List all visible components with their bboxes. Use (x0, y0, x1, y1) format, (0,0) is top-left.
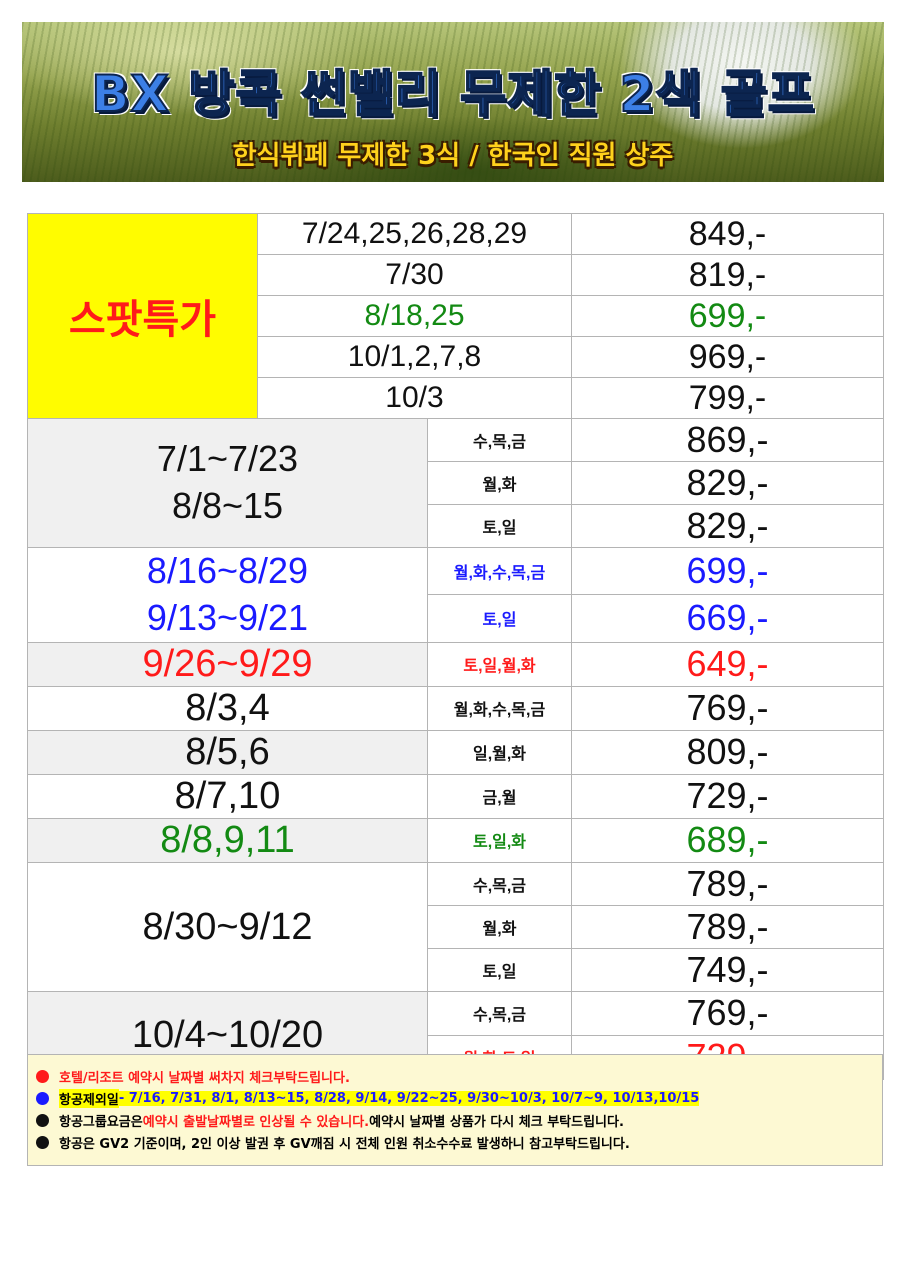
note-gv2: 항공은 GV2 기준이며, 2인 이상 발권 후 GV깨짐 시 전체 인원 취소… (36, 1131, 882, 1153)
period-date: 7/1~7/23 (156, 438, 299, 480)
period-date: 8/7,10 (174, 775, 281, 818)
period-dates-cell: 7/1~7/23 8/8~15 (27, 418, 428, 548)
price-cell: 649,- (571, 641, 884, 687)
weekday-cell: 수,목,금 (427, 861, 572, 906)
weekday-cell: 토,일 (427, 594, 572, 643)
period-date: 8/5,6 (185, 731, 270, 774)
price-cell: 749,- (571, 947, 884, 992)
note-dates: - 7/16, 7/31, 8/1, 8/13~15, 8/28, 9/14, … (118, 1090, 700, 1106)
table-row: 8/7,10 금,월 729,- (27, 773, 884, 819)
price-cell: 689,- (571, 817, 884, 863)
weekday-cell: 월,화,수,목,금 (427, 685, 572, 731)
weekday-cell: 월,화 (427, 904, 572, 949)
period-dates-cell: 8/3,4 (27, 685, 428, 731)
table-row: 스팟특가 7/24,25,26,28,29 849,- (27, 213, 884, 419)
period-date: 8/8~15 (171, 485, 284, 526)
spot-price: 699,- (571, 295, 884, 337)
note-text: 항공그룹요금은 (59, 1114, 143, 1130)
weekday-cell: 금,월 (427, 773, 572, 819)
period-dates-cell: 9/26~9/29 (27, 641, 428, 687)
note-text: 예약시 날짜별 상품가 다시 체크 부탁드립니다. (369, 1114, 624, 1130)
table-row: 8/5,6 일,월,화 809,- (27, 729, 884, 775)
bullet-dot-icon (36, 1135, 49, 1149)
table-row: 9/26~9/29 토,일,월,화 649,- (27, 641, 884, 687)
spot-date: 7/24,25,26,28,29 (257, 213, 572, 255)
spot-date: 10/1,2,7,8 (257, 336, 572, 378)
table-row: 8/30~9/12 수,목,금 789,- (27, 861, 884, 992)
price-cell: 769,- (571, 990, 884, 1036)
spot-special-cell: 스팟특가 (27, 213, 258, 419)
note-text: 호텔/리조트 예약시 날짜별 써차지 체크부탁드립니다. (59, 1070, 350, 1086)
spot-price: 969,- (571, 336, 884, 378)
weekday-cell: 토,일 (427, 947, 572, 992)
price-cell: 789,- (571, 904, 884, 949)
table-row: 8/8,9,11 토,일,화 689,- (27, 817, 884, 863)
bullet-dot-icon (36, 1069, 49, 1083)
note-warning: 예약시 출발날짜별로 인상될 수 있습니다. (142, 1114, 370, 1130)
period-date: 10/4~10/20 (131, 1014, 324, 1057)
spot-price: 849,- (571, 213, 884, 255)
note-group-fare: 항공그룹요금은 예약시 출발날짜별로 인상될 수 있습니다. 예약시 날짜별 상… (36, 1109, 882, 1131)
table-row: 8/3,4 월,화,수,목,금 769,- (27, 685, 884, 731)
period-date: 8/3,4 (185, 687, 270, 730)
weekday-cell: 수,목,금 (427, 418, 572, 462)
price-cell: 829,- (571, 504, 884, 548)
spot-price: 799,- (571, 377, 884, 419)
period-dates-cell: 8/16~8/29 9/13~9/21 (27, 547, 428, 643)
price-cell: 789,- (571, 861, 884, 906)
price-cell: 699,- (571, 546, 884, 596)
bullet-dot-icon (36, 1113, 49, 1127)
spot-price: 819,- (571, 254, 884, 296)
weekday-cell: 월,화,수,목,금 (427, 546, 572, 596)
banner-subtitle: 한식뷔페 무제한 3식 / 한국인 직원 상주 (232, 141, 674, 171)
period-date: 8/30~9/12 (142, 905, 313, 948)
price-cell: 829,- (571, 461, 884, 505)
weekday-cell: 토,일,화 (427, 817, 572, 863)
note-flight-exclusion: 항공제외일 - 7/16, 7/31, 8/1, 8/13~15, 8/28, … (36, 1087, 882, 1109)
notes-box: 호텔/리조트 예약시 날짜별 써차지 체크부탁드립니다. 항공제외일 - 7/1… (27, 1054, 883, 1166)
note-text: 항공은 GV2 기준이며, 2인 이상 발권 후 GV깨짐 시 전체 인원 취소… (59, 1136, 630, 1152)
weekday-cell: 월,화 (427, 461, 572, 505)
price-cell: 869,- (571, 418, 884, 462)
note-label: 항공제외일 (59, 1088, 119, 1108)
weekday-cell: 일,월,화 (427, 729, 572, 775)
period-dates-cell: 8/30~9/12 (27, 861, 428, 992)
banner-title: BX 방콕 썬밸리 무제한 2색 골프 (90, 64, 815, 124)
price-cell: 669,- (571, 594, 884, 643)
period-date: 8/16~8/29 (146, 550, 309, 591)
price-cell: 809,- (571, 729, 884, 775)
header-banner: BX 방콕 썬밸리 무제한 2색 골프 한식뷔페 무제한 3식 / 한국인 직원… (22, 22, 884, 182)
spot-date: 7/30 (257, 254, 572, 296)
bullet-dot-icon (36, 1091, 49, 1105)
price-cell: 729,- (571, 773, 884, 819)
price-table: 스팟특가 7/24,25,26,28,29 849,- 7/30 819,- 8… (27, 213, 884, 1080)
period-date: 8/8,9,11 (160, 819, 295, 862)
spot-date: 8/18,25 (257, 295, 572, 337)
period-dates-cell: 8/7,10 (27, 773, 428, 819)
period-dates-cell: 8/5,6 (27, 729, 428, 775)
weekday-cell: 토,일,월,화 (427, 641, 572, 687)
period-dates-cell: 8/8,9,11 (27, 817, 428, 863)
table-row: 10/4~10/20 수,목,금 769,- (27, 990, 884, 1080)
spot-date: 10/3 (257, 377, 572, 419)
spot-special-label: 스팟특가 (68, 297, 217, 343)
price-cell: 769,- (571, 685, 884, 731)
period-date: 9/13~9/21 (146, 596, 309, 638)
table-row: 8/16~8/29 9/13~9/21 월,화,수,목,금 699,- (27, 546, 884, 643)
period-date: 9/26~9/29 (142, 643, 313, 686)
note-hotel-surcharge: 호텔/리조트 예약시 날짜별 써차지 체크부탁드립니다. (36, 1065, 882, 1087)
weekday-cell: 수,목,금 (427, 990, 572, 1036)
weekday-cell: 토,일 (427, 504, 572, 548)
table-row: 7/1~7/23 8/8~15 수,목,금 869,- (27, 418, 884, 548)
